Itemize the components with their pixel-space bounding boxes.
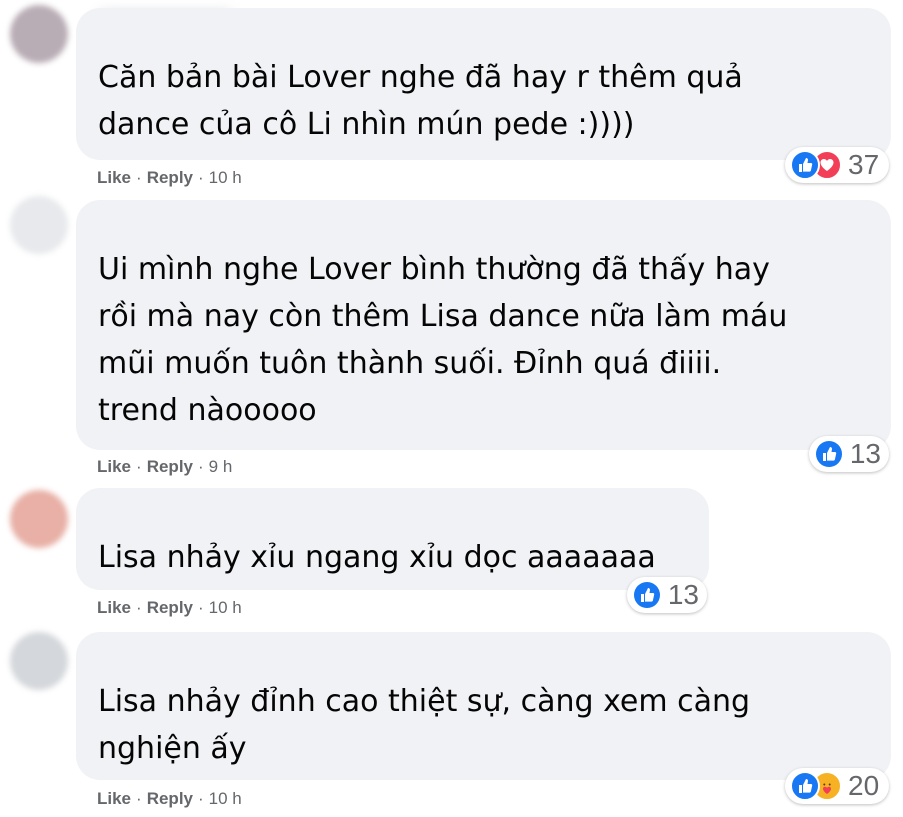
reaction-count: 20 bbox=[848, 770, 880, 801]
avatar[interactable] bbox=[10, 632, 68, 690]
avatar[interactable] bbox=[10, 196, 68, 254]
like-link[interactable]: Like bbox=[97, 457, 131, 476]
comment-actions: Like · Reply · 10 h bbox=[97, 168, 242, 187]
reaction-summary[interactable]: 13 bbox=[809, 436, 889, 472]
reaction-summary[interactable]: 37 bbox=[785, 147, 889, 183]
comment-bubble: Lisa nhảy đỉnh cao thiệt sự, càng xem cà… bbox=[76, 632, 891, 780]
comment-bubble: Lisa nhảy xỉu ngang xỉu dọc aaaaaaa bbox=[76, 488, 709, 590]
like-icon bbox=[790, 771, 820, 801]
comment-timestamp[interactable]: 9 h bbox=[209, 457, 233, 476]
comment-bubble: Căn bản bài Lover nghe đã hay r thêm quả… bbox=[76, 8, 891, 160]
comment-bubble: Ui mình nghe Lover bình thường đã thấy h… bbox=[76, 200, 891, 450]
comment-text: Ui mình nghe Lover bình thường đã thấy h… bbox=[98, 252, 788, 428]
comment-timestamp[interactable]: 10 h bbox=[209, 168, 242, 187]
comment-timestamp[interactable]: 10 h bbox=[209, 598, 242, 617]
like-icon bbox=[790, 150, 820, 180]
like-icon bbox=[632, 580, 662, 610]
reaction-count: 13 bbox=[667, 579, 699, 610]
comment-actions: Like · Reply · 9 h bbox=[97, 457, 233, 476]
reaction-summary[interactable]: 13 bbox=[627, 577, 707, 613]
reply-link[interactable]: Reply bbox=[147, 168, 193, 187]
like-link[interactable]: Like bbox=[97, 598, 131, 617]
comment-text: Căn bản bài Lover nghe đã hay r thêm quả… bbox=[98, 60, 743, 142]
comment-actions: Like · Reply · 10 h bbox=[97, 598, 242, 617]
reply-link[interactable]: Reply bbox=[147, 789, 193, 808]
like-link[interactable]: Like bbox=[97, 789, 131, 808]
like-link[interactable]: Like bbox=[97, 168, 131, 187]
reply-link[interactable]: Reply bbox=[147, 598, 193, 617]
reaction-count: 37 bbox=[848, 149, 880, 180]
comment-actions: Like · Reply · 10 h bbox=[97, 789, 242, 808]
reaction-summary[interactable]: 20 bbox=[785, 768, 889, 804]
comment-text: Lisa nhảy đỉnh cao thiệt sự, càng xem cà… bbox=[98, 684, 751, 766]
avatar[interactable] bbox=[10, 5, 68, 63]
avatar[interactable] bbox=[10, 490, 68, 548]
comment-text: Lisa nhảy xỉu ngang xỉu dọc aaaaaaa bbox=[98, 540, 656, 575]
like-icon bbox=[814, 439, 844, 469]
reply-link[interactable]: Reply bbox=[147, 457, 193, 476]
reaction-count: 13 bbox=[849, 438, 881, 469]
comment-timestamp[interactable]: 10 h bbox=[209, 789, 242, 808]
